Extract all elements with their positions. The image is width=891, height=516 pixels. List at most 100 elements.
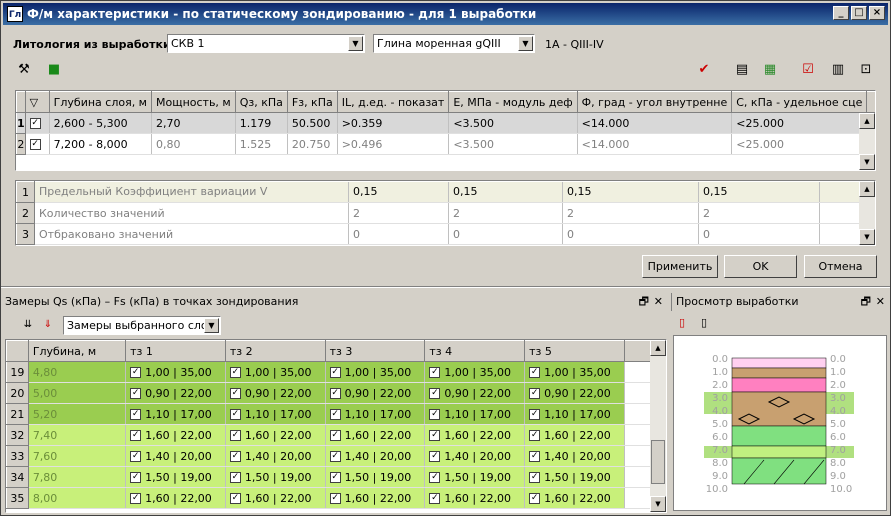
filter-icon[interactable]: ⇓ (39, 316, 57, 334)
col-tz3[interactable]: тз 3 (324, 340, 426, 362)
row-checkbox[interactable]: ✓ (29, 139, 41, 150)
measure-checkbox[interactable]: ✓ (529, 472, 541, 483)
cell-measure[interactable]: ✓ 1,60 | 22,00 (424, 424, 526, 446)
cell-depth[interactable]: 4,80 (28, 361, 127, 383)
cell-measure[interactable]: ✓ 1,60 | 22,00 (325, 424, 426, 446)
cell-depth[interactable]: 7,40 (28, 424, 127, 446)
table-row[interactable]: 32 7,40 ✓ 1,60 | 22,00 ✓ 1,60 | 22,00 ✓ 1,60 | … (6, 424, 666, 446)
cell-e[interactable]: <3.500 (448, 133, 578, 155)
cell-measure[interactable]: ✓ 1,00 | 35,00 (225, 361, 326, 383)
cell-measure[interactable]: ✓ 1,40 | 20,00 (424, 445, 526, 467)
cell-measure[interactable]: ✓ 1,60 | 22,00 (125, 487, 226, 509)
select-all-icon[interactable]: ⇊ (19, 316, 37, 334)
cell-depth[interactable]: 7,200 - 8,000 (49, 133, 152, 155)
measure-checkbox[interactable]: ✓ (229, 409, 241, 420)
close-button[interactable]: × (869, 6, 885, 20)
stat-il[interactable]: 0,15 (348, 181, 449, 203)
table-row[interactable]: 34 7,80 ✓ 1,50 | 19,00 ✓ 1,50 | 19,00 ✓ 1,50 | … (6, 466, 666, 488)
well-select[interactable]: СКВ 1 ▼ (167, 34, 365, 53)
layers-scrollbar[interactable]: ▲ ▼ (859, 113, 875, 170)
cell-measure[interactable]: ✓ 1,10 | 17,00 (524, 403, 625, 425)
cell-e[interactable]: <3.500 (448, 112, 578, 134)
cell-measure[interactable]: ✓ 1,60 | 22,00 (524, 424, 625, 446)
cell-phi[interactable]: <14.000 (577, 112, 733, 134)
stats-scrollbar[interactable]: ▲ ▼ (859, 181, 875, 245)
stats-grid[interactable]: 1 Предельный Коэффициент вариации V 0,15… (15, 180, 876, 246)
measures-scrollbar[interactable]: ▲ ▼ (650, 340, 666, 512)
checkbox-icon[interactable]: ☑ (799, 61, 817, 79)
cell-measure[interactable]: ✓ 1,50 | 19,00 (125, 466, 226, 488)
col-tz2[interactable]: тз 2 (224, 340, 326, 362)
cell-measure[interactable]: ✓ 1,40 | 20,00 (524, 445, 625, 467)
measure-checkbox[interactable]: ✓ (229, 388, 241, 399)
col-tz5[interactable]: тз 5 (524, 340, 625, 362)
cell-measure[interactable]: ✓ 1,10 | 17,00 (125, 403, 226, 425)
col-depth[interactable]: Глубина слоя, м (48, 91, 152, 113)
cell-il[interactable]: >0.359 (336, 112, 450, 134)
measure-checkbox[interactable]: ✓ (329, 451, 341, 462)
measure-checkbox[interactable]: ✓ (529, 430, 541, 441)
cancel-button[interactable]: Отмена (804, 255, 877, 278)
expand-icon[interactable]: ⊡ (857, 61, 875, 79)
layer-select[interactable]: Глина моренная gQIII ▼ (373, 34, 535, 53)
cell-measure[interactable]: ✓ 0,90 | 22,00 (424, 382, 526, 404)
scroll-up-icon[interactable]: ▲ (650, 340, 666, 356)
chevron-down-icon[interactable]: ▼ (204, 318, 219, 333)
hammer-icon[interactable]: ⚒ (15, 61, 33, 79)
cell-measure[interactable]: ✓ 1,10 | 17,00 (225, 403, 326, 425)
measure-checkbox[interactable]: ✓ (329, 493, 341, 504)
cell-phi[interactable]: <14.000 (577, 133, 733, 155)
col-tz1[interactable]: тз 1 (125, 340, 226, 362)
measure-checkbox[interactable]: ✓ (529, 451, 541, 462)
ok-button[interactable]: OK (724, 255, 797, 278)
close-icon[interactable]: ✕ (876, 293, 885, 311)
table-icon[interactable]: ▦ (761, 61, 779, 79)
measure-checkbox[interactable]: ✓ (130, 430, 142, 441)
cell-measure[interactable]: ✓ 0,90 | 22,00 (325, 382, 426, 404)
cell-measure[interactable]: ✓ 1,60 | 22,00 (225, 424, 326, 446)
cell-measure[interactable]: ✓ 1,40 | 20,00 (225, 445, 326, 467)
scroll-down-icon[interactable]: ▼ (650, 496, 666, 512)
measure-checkbox[interactable]: ✓ (429, 388, 441, 399)
cell-f[interactable]: 50.500 (287, 112, 338, 134)
scroll-down-icon[interactable]: ▼ (859, 154, 875, 170)
checked-layers-icon[interactable]: ▯ (695, 314, 713, 332)
measure-checkbox[interactable]: ✓ (229, 493, 241, 504)
minimize-button[interactable]: _ (833, 6, 849, 20)
cell-c[interactable]: <25.000 (731, 133, 868, 155)
cell-measure[interactable]: ✓ 1,00 | 35,00 (524, 361, 625, 383)
splitter[interactable] (1, 286, 890, 288)
col-phi[interactable]: Ф, град - угол внутренне (576, 91, 733, 113)
table-row[interactable]: 3 Отбраковано значений 0 0 0 0 (16, 223, 862, 245)
measures-filter-select[interactable]: Замеры выбранного слоя ▼ (63, 316, 221, 335)
col-c[interactable]: С, кПа - удельное сце (731, 91, 868, 113)
table-row[interactable]: 20 5,00 ✓ 0,90 | 22,00 ✓ 0,90 | 22,00 ✓ 0,90 | … (6, 382, 666, 404)
layers-grid[interactable]: ▽ Глубина слоя, м Мощность, м Qз, кПа Fз… (15, 90, 876, 171)
measure-checkbox[interactable]: ✓ (329, 430, 341, 441)
measure-checkbox[interactable]: ✓ (229, 430, 241, 441)
cell-measure[interactable]: ✓ 1,00 | 35,00 (125, 361, 226, 383)
cell-q[interactable]: 1.179 (235, 112, 288, 134)
float-icon[interactable]: 🗗 (861, 293, 871, 311)
table-row[interactable]: 19 4,80 ✓ 1,00 | 35,00 ✓ 1,00 | 35,00 ✓ 1,00 | … (6, 361, 666, 383)
scroll-thumb[interactable] (651, 440, 665, 484)
cell-depth[interactable]: 7,80 (28, 466, 127, 488)
col-depth[interactable]: Глубина, м (27, 340, 127, 362)
scroll-down-icon[interactable]: ▼ (859, 229, 875, 245)
cell-depth[interactable]: 7,60 (28, 445, 127, 467)
maximize-button[interactable]: □ (851, 6, 867, 20)
cell-depth[interactable]: 5,00 (28, 382, 127, 404)
cell-il[interactable]: >0.496 (336, 133, 450, 155)
table-row[interactable]: 21 5,20 ✓ 1,10 | 17,00 ✓ 1,10 | 17,00 ✓ 1,10 | … (6, 403, 666, 425)
cell-measure[interactable]: ✓ 1,60 | 22,00 (125, 424, 226, 446)
save-icon[interactable]: ■ (45, 61, 63, 79)
cell-f[interactable]: 20.750 (287, 133, 338, 155)
table-row[interactable]: 1 ✓ 2,600 - 5,300 2,70 1.179 50.500 >0.3… (16, 112, 875, 134)
measure-checkbox[interactable]: ✓ (130, 493, 142, 504)
cell-measure[interactable]: ✓ 1,50 | 19,00 (325, 466, 426, 488)
measure-checkbox[interactable]: ✓ (529, 493, 541, 504)
col-thickness[interactable]: Мощность, м (150, 91, 236, 113)
table-row[interactable]: 33 7,60 ✓ 1,40 | 20,00 ✓ 1,40 | 20,00 ✓ 1,40 | … (6, 445, 666, 467)
measure-checkbox[interactable]: ✓ (529, 367, 541, 378)
cell-measure[interactable]: ✓ 1,60 | 22,00 (225, 487, 326, 509)
